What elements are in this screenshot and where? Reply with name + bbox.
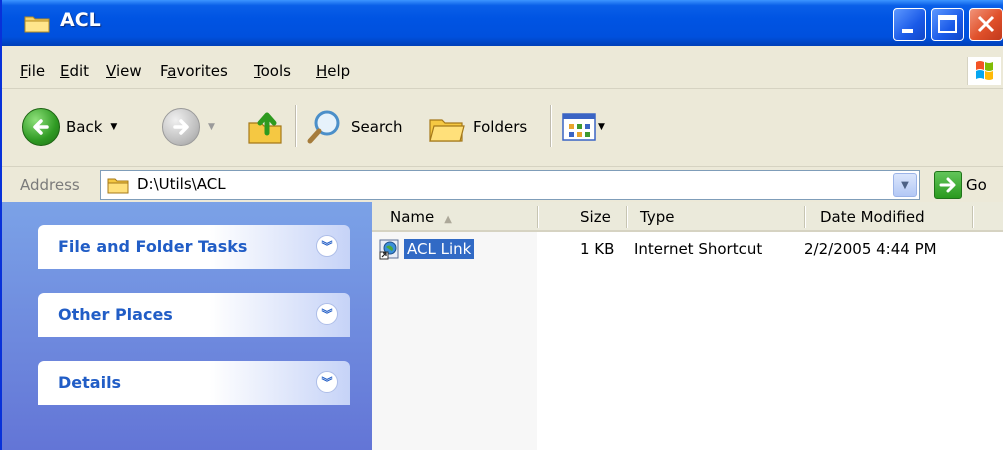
address-dropdown-icon[interactable]: ▼ <box>893 173 917 197</box>
column-header-type[interactable]: Type <box>640 208 674 226</box>
column-divider[interactable] <box>626 206 627 228</box>
column-header-date[interactable]: Date Modified <box>820 208 925 226</box>
table-row[interactable]: ACL Link 1 KB Internet Shortcut 2/2/2005… <box>372 232 1003 266</box>
menu-file[interactable]: File <box>20 62 45 80</box>
minimize-button[interactable] <box>893 8 926 41</box>
other-places-panel[interactable]: Other Places ︾ <box>38 293 350 337</box>
address-bar: Address D:\Utils\ACL ▼ Go <box>2 168 1003 202</box>
views-icon <box>562 113 596 141</box>
folders-icon <box>429 119 465 142</box>
folders-label: Folders <box>473 118 528 136</box>
toolbar-separator <box>550 105 551 147</box>
column-divider[interactable] <box>972 206 973 228</box>
toolbar-separator <box>295 105 296 147</box>
menu-edit[interactable]: Edit <box>60 62 89 80</box>
menu-help[interactable]: Help <box>316 62 350 80</box>
file-name-cell[interactable]: ACL Link <box>378 237 475 261</box>
maximize-icon <box>938 15 957 33</box>
file-type: Internet Shortcut <box>634 240 763 258</box>
file-list[interactable]: Name ▲ Size Type Date Modified ACL Link 1… <box>372 202 1003 450</box>
title-bar[interactable]: ACL <box>2 0 1003 46</box>
forward-button[interactable]: ▼ <box>162 105 215 149</box>
task-panel-title[interactable]: File and Folder Tasks <box>58 237 247 256</box>
maximize-button[interactable] <box>931 8 964 41</box>
window-title: ACL <box>60 9 101 31</box>
close-icon <box>977 15 995 33</box>
file-name[interactable]: ACL Link <box>404 239 475 259</box>
back-button[interactable]: Back ▼ <box>22 105 117 149</box>
task-pane: File and Folder Tasks ︾ Other Places ︾ D… <box>2 202 372 450</box>
column-header-row: Name ▲ Size Type Date Modified <box>372 202 1003 232</box>
file-size: 1 KB <box>580 240 615 258</box>
back-dropdown-icon[interactable]: ▼ <box>110 122 117 132</box>
file-and-folder-tasks-panel[interactable]: File and Folder Tasks ︾ <box>38 225 350 269</box>
up-folder-button[interactable] <box>245 105 285 149</box>
task-panel-title[interactable]: Other Places <box>58 305 173 324</box>
search-button[interactable]: Search <box>305 105 403 149</box>
up-folder-icon <box>248 112 282 144</box>
internet-shortcut-icon <box>379 239 399 260</box>
go-label[interactable]: Go <box>966 176 987 194</box>
close-button[interactable] <box>969 8 1003 41</box>
address-input[interactable]: D:\Utils\ACL ▼ <box>100 170 920 200</box>
views-button[interactable]: ▼ <box>562 105 605 149</box>
go-arrow-icon <box>939 177 956 193</box>
search-icon <box>307 110 340 144</box>
address-value: D:\Utils\ACL <box>137 175 226 193</box>
column-header-name[interactable]: Name ▲ <box>390 208 452 226</box>
back-label: Back <box>66 118 103 136</box>
details-panel[interactable]: Details ︾ <box>38 361 350 405</box>
folders-button[interactable]: Folders <box>427 105 527 149</box>
file-date: 2/2/2005 4:44 PM <box>804 240 937 258</box>
task-panel-title[interactable]: Details <box>58 373 121 392</box>
folder-icon <box>24 16 50 33</box>
menu-bar: File Edit View Favorites Tools Help <box>2 53 1003 89</box>
chevron-down-icon[interactable]: ︾ <box>316 303 338 325</box>
back-arrow-icon <box>22 108 60 146</box>
address-label: Address <box>20 176 80 194</box>
column-divider[interactable] <box>537 206 538 228</box>
chevron-down-icon[interactable]: ︾ <box>316 235 338 257</box>
menu-view[interactable]: View <box>106 62 142 80</box>
explorer-window: ACL File Edit View Favorites Tools Help <box>0 0 1003 450</box>
toolbar: Back ▼ ▼ Search Folders ▼ <box>2 91 1003 167</box>
sort-ascending-icon: ▲ <box>444 214 452 225</box>
forward-arrow-icon <box>162 108 200 146</box>
column-divider[interactable] <box>804 206 805 228</box>
minimize-icon <box>902 29 913 33</box>
folder-icon <box>107 178 129 194</box>
menu-tools[interactable]: Tools <box>254 62 291 80</box>
go-button[interactable] <box>934 171 962 199</box>
menu-favorites[interactable]: Favorites <box>160 62 228 80</box>
forward-dropdown-icon[interactable]: ▼ <box>208 122 215 132</box>
views-dropdown-icon[interactable]: ▼ <box>598 122 605 132</box>
chevron-down-icon[interactable]: ︾ <box>316 371 338 393</box>
windows-logo-icon <box>967 57 1001 85</box>
search-label: Search <box>351 118 403 136</box>
column-header-size[interactable]: Size <box>580 208 611 226</box>
